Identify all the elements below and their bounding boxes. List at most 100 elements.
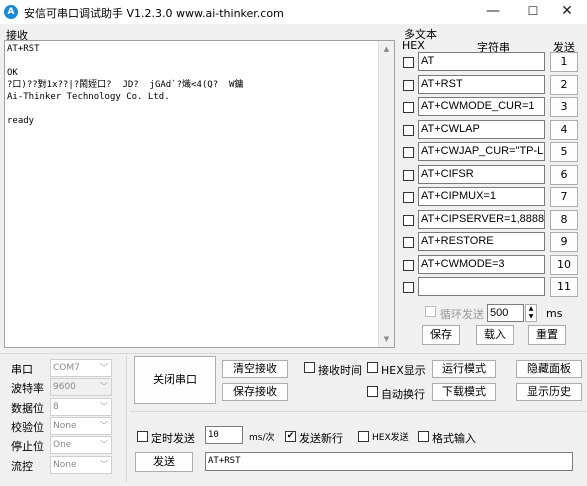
format-input-checkbox[interactable]: [418, 431, 429, 442]
hex-checkbox[interactable]: [403, 57, 414, 68]
multi-send-button[interactable]: 7: [550, 187, 578, 207]
scroll-up-icon[interactable]: ▲: [379, 41, 394, 57]
hex-checkbox[interactable]: [403, 237, 414, 248]
receive-time-checkbox[interactable]: [304, 362, 315, 373]
multi-send-button[interactable]: 5: [550, 142, 578, 162]
multi-send-button[interactable]: 1: [550, 52, 578, 72]
send-input[interactable]: AT+RST: [205, 452, 573, 471]
hex-checkbox[interactable]: [403, 147, 414, 158]
hex-send-label: HEX发送: [372, 433, 409, 443]
multi-text-input[interactable]: AT+CWMODE_CUR=1: [418, 97, 545, 116]
multi-text-input[interactable]: AT+CIPMUX=1: [418, 187, 545, 206]
receive-textarea[interactable]: AT+RST OK ?口)??對1x??|?鬧姪口? JD? jGAd`?熾<4…: [4, 40, 395, 348]
port-setting-combo[interactable]: None ﹀: [50, 416, 112, 435]
load-button[interactable]: 载入: [476, 325, 514, 345]
hex-checkbox[interactable]: [403, 79, 414, 91]
multi-row: AT+RST 2: [401, 74, 581, 96]
reset-button[interactable]: 重置: [528, 325, 566, 345]
port-setting-value: None: [53, 459, 77, 470]
run-mode-button[interactable]: 运行模式: [432, 360, 496, 378]
timed-send-checkbox[interactable]: [137, 431, 148, 442]
port-setting-combo[interactable]: One ﹀: [50, 436, 112, 455]
download-mode-button[interactable]: 下载模式: [432, 383, 496, 401]
hex-header: HEX: [402, 39, 425, 52]
send-button[interactable]: 发送: [135, 452, 193, 472]
multi-row: AT 1: [401, 52, 581, 73]
loop-interval-spinner[interactable]: ▲ ▼: [525, 304, 537, 322]
show-history-button[interactable]: 显示历史: [516, 383, 582, 401]
port-setting-label: 流控: [11, 459, 33, 473]
multi-send-button[interactable]: 2: [550, 74, 578, 95]
multi-text-input[interactable]: [418, 277, 545, 296]
receive-scrollbar[interactable]: ▲ ▼: [378, 41, 394, 347]
hex-checkbox[interactable]: [403, 169, 414, 181]
hex-checkbox[interactable]: [403, 102, 414, 113]
port-setting-value: 8: [53, 401, 59, 412]
port-setting-combo[interactable]: 9600 ﹀: [50, 378, 112, 397]
auto-wrap-checkbox[interactable]: [367, 386, 378, 397]
port-setting-label: 数据位: [11, 401, 44, 415]
multi-send-button[interactable]: 8: [550, 209, 578, 230]
send-divider: [130, 411, 586, 412]
hex-checkbox[interactable]: [403, 192, 414, 203]
multi-text-input[interactable]: AT+CIPSERVER=1,8888: [418, 209, 545, 229]
multi-text-input[interactable]: AT+CWLAP: [418, 119, 545, 139]
minimize-button[interactable]: —: [473, 0, 513, 24]
hex-display-checkbox[interactable]: [367, 362, 378, 373]
close-port-button[interactable]: 关闭串口: [134, 356, 216, 404]
multi-row: AT+CIPMUX=1 7: [401, 187, 581, 208]
chevron-down-icon: ﹀: [100, 382, 108, 392]
multi-text-input[interactable]: AT+RESTORE: [418, 232, 545, 251]
clear-receive-button[interactable]: 清空接收: [222, 360, 288, 378]
multi-text-input[interactable]: AT+CWJAP_CUR="TP-LIN: [418, 142, 545, 161]
multi-send-button[interactable]: 6: [550, 164, 578, 185]
close-button[interactable]: ✕: [547, 0, 587, 24]
port-setting-combo[interactable]: None ﹀: [50, 455, 112, 474]
port-setting-value: 9600: [53, 382, 76, 393]
save-button[interactable]: 保存: [422, 325, 460, 345]
port-setting-combo[interactable]: 8 ﹀: [50, 397, 112, 416]
receive-text: AT+RST OK ?口)??對1x??|?鬧姪口? JD? jGAd`?熾<4…: [7, 44, 244, 126]
loop-send-checkbox[interactable]: [425, 306, 436, 317]
save-receive-button[interactable]: 保存接收: [222, 383, 288, 401]
timed-interval-input[interactable]: 10: [205, 426, 243, 444]
multi-send-button[interactable]: 11: [550, 277, 578, 297]
window-title: 安信可串口调试助手 V1.2.3.0 www.ai-thinker.com: [24, 7, 284, 20]
hex-display-label: HEX显示: [381, 364, 426, 377]
multi-text-input[interactable]: AT: [418, 52, 545, 71]
multi-send-button[interactable]: 3: [550, 97, 578, 117]
multi-text-input[interactable]: AT+RST: [418, 74, 545, 94]
port-setting-label: 停止位: [11, 440, 44, 454]
chevron-down-icon: ﹀: [100, 401, 108, 411]
send-newline-label: 发送新行: [299, 432, 343, 445]
hex-send-checkbox[interactable]: [358, 431, 369, 442]
chevron-down-icon: ﹀: [100, 363, 108, 372]
port-setting-value: None: [53, 420, 77, 431]
hex-checkbox[interactable]: [403, 259, 414, 271]
scroll-down-icon[interactable]: ▼: [379, 331, 394, 347]
multi-text-input[interactable]: AT+CIFSR: [418, 164, 545, 184]
multi-send-button[interactable]: 4: [550, 119, 578, 140]
loop-unit-label: ms: [546, 307, 563, 320]
multi-row: AT+CWJAP_CUR="TP-LIN 5: [401, 142, 581, 163]
multi-row: AT+CIFSR 6: [401, 164, 581, 186]
receive-time-label: 接收时间: [318, 364, 362, 377]
bottom-divider: [0, 353, 587, 354]
port-setting-label: 波特率: [11, 382, 44, 396]
hide-panel-button[interactable]: 隐藏面板: [516, 360, 582, 378]
chevron-down-icon: ﹀: [100, 420, 108, 430]
auto-wrap-label: 自动换行: [381, 388, 425, 401]
multi-send-button[interactable]: 9: [550, 232, 578, 252]
chevron-down-icon: ﹀: [100, 440, 108, 450]
send-newline-checkbox[interactable]: ✔: [285, 431, 296, 442]
multi-row: AT+CIPSERVER=1,8888 8: [401, 209, 581, 231]
chevron-down-icon: ﹀: [100, 459, 108, 469]
multi-text-input[interactable]: AT+CWMODE=3: [418, 254, 545, 274]
multi-send-button[interactable]: 10: [550, 254, 578, 275]
hex-checkbox[interactable]: [403, 214, 414, 226]
hex-checkbox[interactable]: [403, 282, 414, 293]
port-setting-combo[interactable]: COM7 ﹀: [50, 359, 112, 377]
hex-checkbox[interactable]: [403, 124, 414, 136]
loop-interval-input[interactable]: 500: [487, 304, 524, 322]
loop-send-label: 循环发送: [440, 308, 484, 321]
